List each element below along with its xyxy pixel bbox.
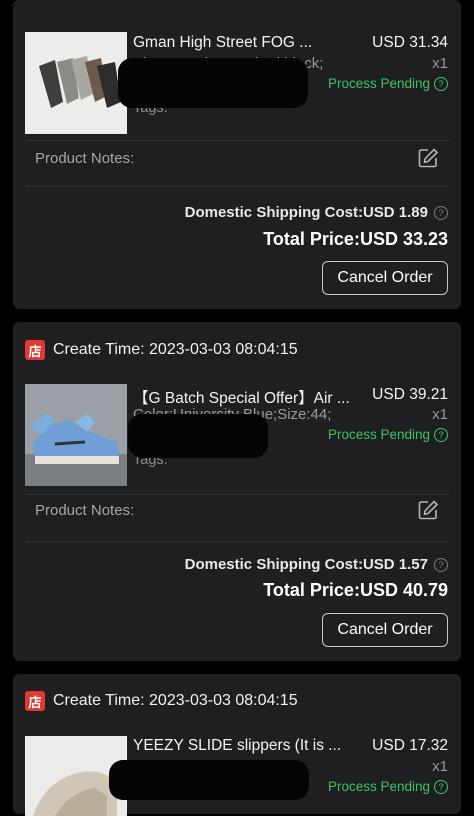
product-image[interactable] — [25, 32, 127, 134]
question-circle-icon[interactable]: ? — [434, 76, 448, 91]
status-text: Process Pending — [327, 779, 430, 794]
create-time: Create Time: 2023-03-03 08:04:15 — [53, 692, 298, 709]
question-circle-icon[interactable]: ? — [434, 779, 448, 794]
question-circle-icon[interactable]: ? — [434, 427, 448, 442]
shipping-cost-text: Domestic Shipping Cost:USD 1.89 — [184, 204, 428, 221]
shipping-cost-text: Domestic Shipping Cost:USD 1.57 — [184, 556, 428, 573]
shipping-cost: Domestic Shipping Cost:USD 1.89 ? — [185, 204, 448, 221]
process-status[interactable]: Process Pending ? — [328, 76, 448, 91]
question-circle-icon[interactable]: ? — [434, 557, 448, 572]
sneaker-image — [25, 384, 127, 486]
question-circle-icon[interactable]: ? — [434, 205, 448, 220]
product-qty: x1 — [432, 406, 448, 423]
product-title[interactable]: YEEZY SLIDE slippers (It is ... — [133, 737, 351, 755]
process-status[interactable]: Process Pending ? — [328, 427, 448, 442]
redaction-mark — [109, 760, 309, 800]
edit-note-icon[interactable] — [417, 499, 439, 521]
order-header: 店 Create Time: 2023-03-03 08:04:15 — [25, 336, 298, 364]
total-price: Total Price:USD 40.79 — [263, 580, 448, 600]
product-price: USD 17.32 — [372, 737, 448, 754]
product-qty: x1 — [432, 55, 448, 72]
total-price: Total Price:USD 33.23 — [263, 229, 448, 249]
product-title[interactable]: Gman High Street FOG ... — [133, 34, 351, 52]
product-qty: x1 — [432, 758, 448, 775]
divider — [25, 541, 449, 542]
product-notes-label: Product Notes: — [35, 502, 135, 519]
status-text: Process Pending — [327, 427, 430, 442]
order-card: 店 Create Time: 2023-03-03 08:04:15 YEEZY… — [13, 674, 461, 816]
redaction-mark — [118, 58, 308, 108]
pants-image — [25, 32, 127, 134]
shipping-cost: Domestic Shipping Cost:USD 1.57 ? — [185, 556, 448, 573]
product-title[interactable]: 【G Batch Special Offer】Air ... — [133, 386, 351, 408]
redaction-mark — [128, 414, 268, 458]
order-header: 店 Create Time: 2023-03-03 08:04:15 — [25, 687, 298, 715]
divider — [25, 140, 449, 141]
shop-icon[interactable]: 店 — [25, 340, 45, 360]
product-image[interactable] — [25, 384, 127, 486]
status-text: Process Pending — [327, 76, 430, 91]
cancel-order-button[interactable]: Cancel Order — [322, 613, 448, 647]
cancel-order-button[interactable]: Cancel Order — [322, 261, 448, 295]
divider — [25, 494, 449, 495]
divider — [25, 186, 449, 187]
product-price: USD 31.34 — [372, 34, 448, 51]
product-price: USD 39.21 — [372, 386, 448, 403]
product-notes-label: Product Notes: — [35, 150, 135, 167]
process-status[interactable]: Process Pending ? — [328, 779, 448, 794]
create-time: Create Time: 2023-03-03 08:04:15 — [53, 341, 298, 358]
order-card: Gman High Street FOG ... USD 31.34 Size:… — [13, 0, 461, 309]
shop-icon[interactable]: 店 — [25, 691, 45, 711]
edit-note-icon[interactable] — [417, 147, 439, 169]
order-card: 店 Create Time: 2023-03-03 08:04:15 【G Ba… — [13, 322, 461, 661]
